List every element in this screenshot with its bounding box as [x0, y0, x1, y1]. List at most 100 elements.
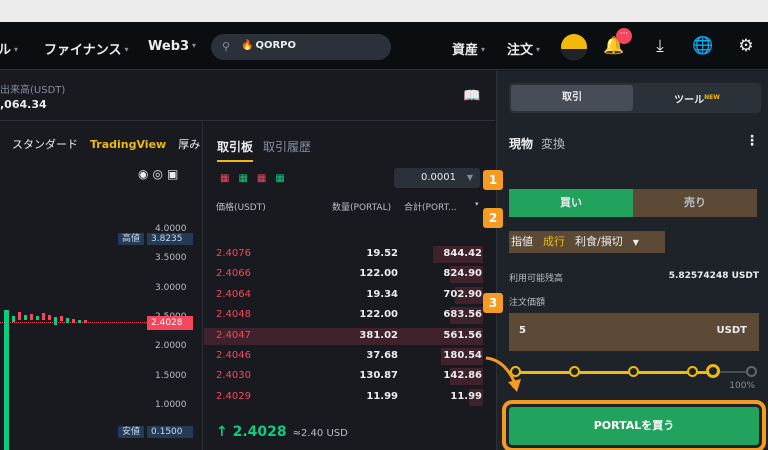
top-nav: ル ▾ ファイナンス ▾ Web3 ▾ ⚲ 🔥 QORPO 資産 ▾ 注文 ▾ 🔔 ··· … — [0, 22, 768, 70]
search-value: QORPO — [255, 40, 296, 51]
download-icon[interactable]: ⤓ — [649, 35, 671, 57]
more-options-icon[interactable]: ⋮ — [745, 133, 759, 149]
book-view-icons: ▦▦▦▦ — [220, 173, 294, 184]
book-price: 2.4076 — [216, 248, 251, 259]
book-total: 683.56 — [443, 309, 482, 321]
chevron-down-icon: ▾ — [481, 45, 486, 54]
amount-slider[interactable]: 0 100% — [509, 363, 757, 393]
nav-item-more[interactable]: ル ▾ — [0, 39, 18, 58]
price-chart[interactable]: スタンダード TradingView 厚み ◉◎▣ 4.0000 3.5000 3.00… — [0, 122, 203, 450]
book-qty: 19.52 — [366, 248, 398, 259]
book-row[interactable]: 2.4076 19.52 844.42 — [204, 246, 495, 263]
book-qty: 19.34 — [366, 288, 398, 300]
mode-tabs: 現物 変換 — [509, 135, 565, 152]
view-both-icon[interactable]: ▦ — [220, 173, 238, 184]
low-value: 0.1500 — [147, 426, 193, 438]
high-value: 3.8235 — [147, 233, 193, 245]
book-price: 2.4047 — [216, 329, 251, 341]
candle — [84, 320, 87, 323]
buy-portal-button[interactable]: PORTALを買う — [509, 407, 759, 445]
book-price: 2.4064 — [216, 288, 251, 300]
book-row[interactable]: 2.4029 11.99 11.99 — [204, 388, 495, 406]
book-row[interactable]: 2.4064 19.34 702.90 — [204, 286, 495, 304]
tab-order-book[interactable]: 取引板 — [217, 140, 254, 162]
order-type-stop[interactable]: 利食/損切 — [575, 235, 623, 248]
candle — [48, 315, 51, 320]
y-tick-label: 1.0000 — [155, 399, 187, 410]
book-icon[interactable]: 📖 — [463, 88, 480, 104]
candle — [42, 313, 45, 320]
amount-unit: USDT — [716, 325, 747, 336]
col-price: 価格(USDT) — [216, 203, 266, 213]
book-row[interactable]: 2.4048 122.00 683.56 — [204, 307, 495, 325]
book-total: 702.90 — [443, 288, 482, 300]
precision-select[interactable]: 0.0001 ▼ — [394, 168, 480, 188]
nav-item-assets[interactable]: 資産 ▾ — [452, 39, 485, 58]
candle — [78, 320, 81, 323]
book-row[interactable]: 2.4066 122.00 824.90 — [204, 266, 495, 284]
chevron-down-icon: ▾ — [192, 41, 197, 50]
slider-step[interactable] — [746, 366, 757, 377]
book-qty: 130.87 — [359, 370, 398, 382]
panel-switch: 取引 ツールNEW — [509, 83, 761, 113]
order-type-limit[interactable]: 指値 — [511, 235, 533, 248]
slider-step[interactable] — [628, 366, 639, 377]
tab-tools[interactable]: ツールNEW — [635, 85, 759, 111]
globe-icon[interactable]: 🌐 — [692, 35, 714, 57]
buy-tab-button[interactable]: 買い — [509, 189, 633, 217]
new-badge: NEW — [704, 94, 720, 101]
nav-item-web3[interactable]: Web3 ▾ — [148, 39, 196, 54]
current-price-tag: 2.4028 — [147, 316, 193, 330]
candle — [24, 315, 27, 320]
tab-convert[interactable]: 変換 — [541, 137, 565, 151]
last-price-usd: ≈2.40 USD — [292, 428, 348, 439]
available-value: 5.82574248 USDT — [668, 271, 759, 281]
notification-badge: ··· — [616, 28, 632, 44]
book-price: 2.4029 — [216, 390, 251, 402]
callout-2: 2 — [483, 208, 503, 228]
arrow-icon — [485, 356, 521, 392]
callout-3: 3 — [483, 293, 503, 313]
book-row[interactable]: 2.4047 381.02 561.56 — [204, 327, 495, 345]
tab-trade-history[interactable]: 取引履歴 — [263, 140, 311, 154]
candle — [66, 318, 69, 323]
available-label: 利用可能残高 — [509, 274, 564, 284]
chevron-down-icon[interactable]: ▾ — [475, 200, 479, 208]
book-total: 142.86 — [443, 370, 482, 382]
avatar[interactable] — [561, 34, 587, 60]
search-input[interactable]: ⚲ 🔥 QORPO — [211, 34, 391, 60]
tab-trade[interactable]: 取引 — [511, 85, 633, 111]
book-row[interactable]: 2.4046 37.68 180.54 — [204, 348, 495, 365]
tab-standard[interactable]: スタンダード — [12, 138, 78, 151]
chevron-down-icon: ▾ — [536, 45, 541, 54]
view-mixed-icon[interactable]: ▦ — [275, 173, 293, 184]
book-qty: 11.99 — [366, 390, 398, 402]
slider-step[interactable] — [569, 366, 580, 377]
book-total: 824.90 — [443, 268, 482, 280]
high-label: 高値 — [118, 233, 145, 245]
slider-step[interactable] — [687, 366, 698, 377]
sell-tab-button[interactable]: 売り — [633, 189, 757, 217]
available-balance: 利用可能残高 5.82574248 USDT — [509, 271, 759, 284]
order-type-market[interactable]: 成行 — [543, 235, 565, 248]
view-bids-icon[interactable]: ▦ — [238, 173, 256, 184]
chevron-down-icon: ▼ — [466, 173, 473, 182]
settings-icon[interactable]: ⚙ — [735, 35, 757, 57]
col-qty: 数量(PORTAL) — [332, 203, 392, 213]
book-qty: 122.00 — [359, 268, 398, 280]
nav-item-orders[interactable]: 注文 ▾ — [507, 39, 540, 58]
fire-icon: 🔥 — [241, 40, 254, 51]
chevron-down-icon[interactable]: ▼ — [633, 238, 639, 247]
search-icon: ⚲ — [222, 40, 231, 53]
nav-item-finance[interactable]: ファイナンス ▾ — [44, 39, 129, 58]
slider-handle[interactable] — [706, 364, 721, 378]
tab-spot[interactable]: 現物 — [509, 137, 533, 151]
view-asks-icon[interactable]: ▦ — [257, 173, 275, 184]
slider-fill — [515, 371, 714, 374]
book-total: 11.99 — [450, 390, 482, 402]
book-price: 2.4066 — [216, 268, 251, 280]
book-row[interactable]: 2.4030 130.87 142.86 — [204, 368, 495, 386]
amount-input[interactable]: 5 USDT — [509, 313, 759, 351]
callout-1: 1 — [483, 170, 503, 190]
chevron-down-icon: ▾ — [14, 45, 19, 54]
